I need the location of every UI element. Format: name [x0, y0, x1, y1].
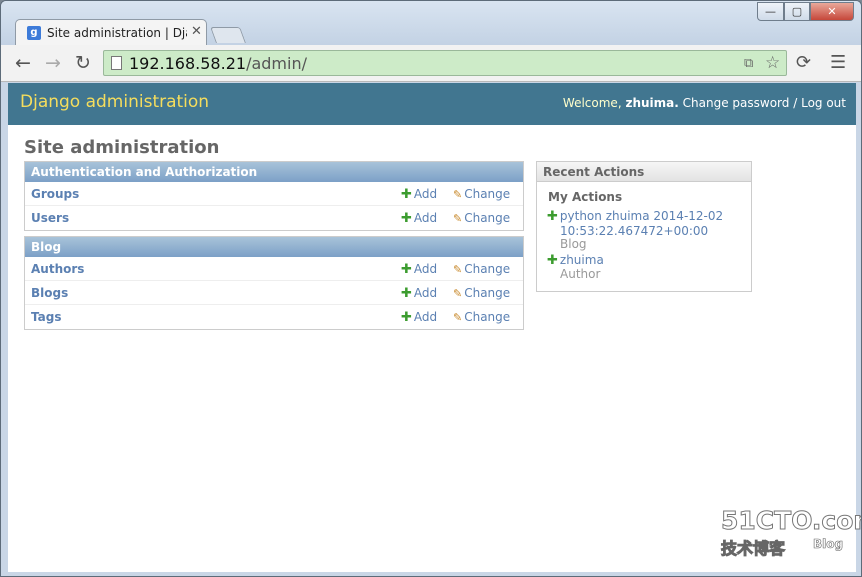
pencil-icon: ✎: [453, 311, 463, 324]
browser-toolbar: ← → ↻ 192.168.58.21/admin/ ⧉ ☆ ⟳ ☰: [1, 45, 861, 82]
pencil-icon: ✎: [453, 263, 463, 276]
table-row: Blogs ✚ Add ✎ Change: [25, 281, 523, 305]
add-link[interactable]: ✚ Add: [401, 262, 437, 277]
translate-icon[interactable]: ⧉: [744, 56, 753, 71]
table-row: Groups ✚ Add ✎ Change: [25, 182, 523, 206]
address-bar[interactable]: 192.168.58.21/admin/ ⧉ ☆: [103, 50, 787, 76]
watermark: 51CTO.com 技术博客 Blog: [720, 506, 861, 559]
welcome-text: Welcome,: [562, 96, 622, 110]
model-link-authors[interactable]: Authors: [31, 262, 84, 276]
page-title: Site administration: [24, 137, 220, 158]
maximize-button[interactable]: ▢: [784, 2, 810, 21]
pencil-icon: ✎: [453, 188, 463, 201]
separator: /: [793, 96, 798, 110]
table-row: Authors ✚ Add ✎ Change: [25, 257, 523, 281]
username: zhuima: [625, 96, 675, 110]
recent-action-type: Author: [560, 267, 601, 281]
model-link-tags[interactable]: Tags: [31, 310, 61, 324]
module-caption[interactable]: Blog: [25, 237, 523, 257]
tab-close-icon[interactable]: ✕: [191, 24, 202, 39]
table-row: Users ✚ Add ✎ Change: [25, 206, 523, 230]
plus-icon: ✚: [547, 209, 558, 224]
add-link[interactable]: ✚ Add: [401, 286, 437, 301]
change-link[interactable]: ✎ Change: [453, 211, 510, 225]
add-link[interactable]: ✚ Add: [401, 211, 437, 226]
page-viewport: Django administration Welcome, zhuima. C…: [8, 83, 861, 572]
new-tab-button[interactable]: [210, 27, 246, 43]
pencil-icon: ✎: [453, 212, 463, 225]
plus-icon: ✚: [401, 310, 412, 325]
url-text[interactable]: 192.168.58.21/admin/: [129, 54, 307, 73]
watermark-blog: Blog: [813, 537, 844, 552]
model-link-groups[interactable]: Groups: [31, 187, 79, 201]
plus-icon: ✚: [547, 253, 558, 268]
add-link[interactable]: ✚ Add: [401, 310, 437, 325]
back-arrow-icon[interactable]: ←: [15, 53, 31, 73]
app-module-blog: Blog Authors ✚ Add ✎ Change Blogs ✚ Add ✎ Ch…: [24, 236, 524, 330]
recent-actions-panel: Recent Actions My Actions ✚ python zhuima…: [536, 161, 752, 292]
change-link[interactable]: ✎ Change: [453, 286, 510, 300]
user-tools: Welcome, zhuima. Change password / Log o…: [562, 96, 846, 110]
change-link[interactable]: ✎ Change: [453, 310, 510, 324]
tab-title: Site administration | Dja: [47, 26, 187, 40]
plus-icon: ✚: [401, 187, 412, 202]
table-row: Tags ✚ Add ✎ Change: [25, 305, 523, 329]
recent-actions-caption: Recent Actions: [537, 162, 751, 182]
title-bar: g Site administration | Dja ✕ — ▢ ✕: [1, 1, 861, 46]
browser-window: g Site administration | Dja ✕ — ▢ ✕ ← → …: [0, 0, 862, 577]
reload-icon[interactable]: ↻: [75, 53, 91, 73]
recent-action-type: Blog: [560, 237, 587, 251]
change-link[interactable]: ✎ Change: [453, 187, 510, 201]
my-actions-heading: My Actions: [548, 190, 623, 204]
url-host: 192.168.58.21: [129, 54, 247, 73]
site-brand[interactable]: Django administration: [20, 92, 209, 112]
logout-link[interactable]: Log out: [801, 96, 846, 110]
model-link-blogs[interactable]: Blogs: [31, 286, 68, 300]
browser-tab[interactable]: g Site administration | Dja ✕: [15, 19, 207, 46]
close-window-button[interactable]: ✕: [810, 2, 854, 21]
django-header: Django administration Welcome, zhuima. C…: [8, 83, 856, 125]
watermark-main: 51CTO.com: [720, 506, 861, 536]
forward-arrow-icon[interactable]: →: [45, 53, 61, 73]
plus-icon: ✚: [401, 262, 412, 277]
recent-action-item[interactable]: ✚ python zhuima 2014-12-02 10:53:22.46747…: [547, 209, 723, 238]
plus-icon: ✚: [401, 211, 412, 226]
change-password-link[interactable]: Change password: [683, 96, 790, 110]
extension-icon[interactable]: ⟳: [796, 53, 811, 73]
recent-action-item[interactable]: ✚ zhuima: [547, 253, 604, 268]
page-icon: [111, 56, 122, 70]
favicon-icon: g: [27, 26, 41, 40]
add-link[interactable]: ✚ Add: [401, 187, 437, 202]
hamburger-menu-icon[interactable]: ☰: [830, 53, 846, 73]
star-icon[interactable]: ☆: [765, 53, 780, 73]
pencil-icon: ✎: [453, 287, 463, 300]
app-module-auth: Authentication and Authorization Groups …: [24, 161, 524, 231]
change-link[interactable]: ✎ Change: [453, 262, 510, 276]
url-path: /admin/: [246, 54, 307, 73]
model-link-users[interactable]: Users: [31, 211, 69, 225]
plus-icon: ✚: [401, 286, 412, 301]
minimize-button[interactable]: —: [757, 2, 784, 21]
module-caption[interactable]: Authentication and Authorization: [25, 162, 523, 182]
